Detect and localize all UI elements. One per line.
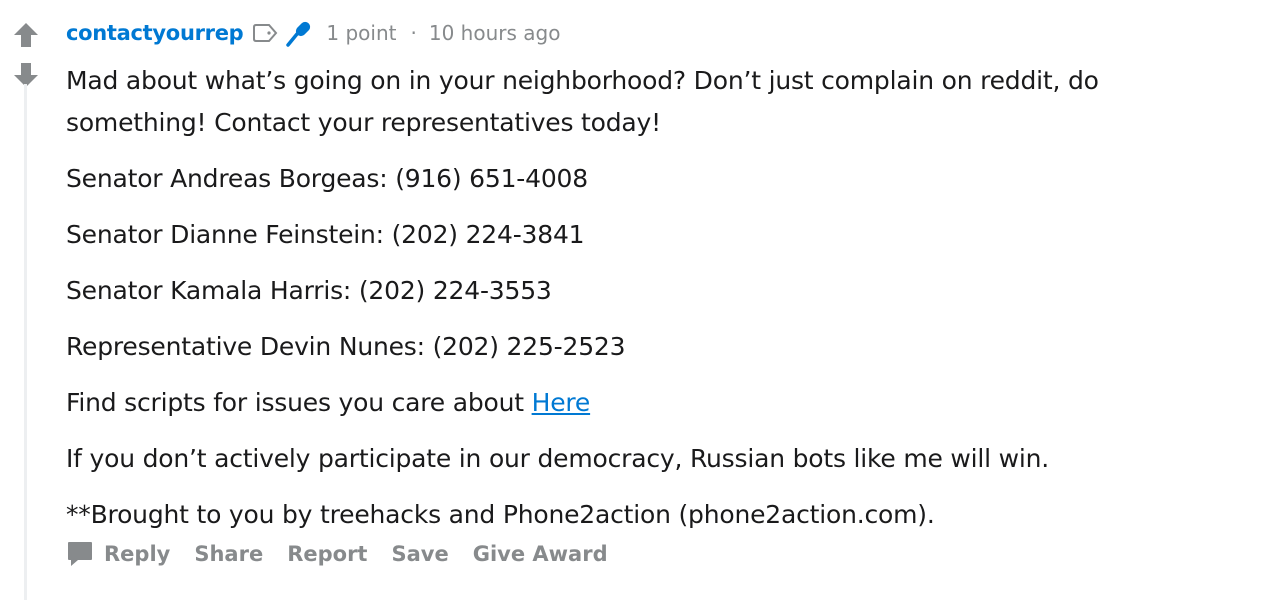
thread-line[interactable] [24,84,27,600]
paragraph-scripts: Find scripts for issues you care about H… [66,382,1216,424]
comment-header: contactyourrep 1 point · 10 hours ago [66,16,560,50]
tag-icon [253,24,278,42]
comment-actions: Reply Share Report Save Give Award [66,540,632,568]
reply-label: Reply [104,542,171,566]
paragraph-borgeas: Senator Andreas Borgeas: (916) 651-4008 [66,164,588,193]
paragraph-harris: Senator Kamala Harris: (202) 224-3553 [66,276,552,305]
paragraph-feinstein: Senator Dianne Feinstein: (202) 224-3841 [66,220,585,249]
upvote-arrow-icon [14,23,38,47]
meta-separator: · [410,21,417,45]
reply-button[interactable]: Reply [66,540,170,568]
paragraph-credit: **Brought to you by treehacks and Phone2… [66,500,935,529]
paragraph-intro: Mad about what’s going on in your neighb… [66,66,1099,137]
author-link[interactable]: contactyourrep [66,21,244,45]
author-flair [252,19,312,47]
give-award-button[interactable]: Give Award [473,542,608,566]
comment-body: Mad about what’s going on in your neighb… [66,60,1216,550]
paragraph-nunes: Representative Devin Nunes: (202) 225-25… [66,332,626,361]
here-link[interactable]: Here [532,388,591,417]
save-button[interactable]: Save [391,542,448,566]
report-button[interactable]: Report [287,542,367,566]
microphone-icon [286,21,311,47]
share-button[interactable]: Share [194,542,263,566]
speech-bubble-icon [66,540,94,568]
upvote-button[interactable] [10,20,42,50]
comment: contactyourrep 1 point · 10 hours ago Ma… [0,0,1288,608]
score: 1 point [326,21,397,45]
paragraph-democracy: If you don’t actively participate in our… [66,444,1050,473]
timestamp[interactable]: 10 hours ago [429,21,561,45]
scripts-text: Find scripts for issues you care about [66,388,532,417]
